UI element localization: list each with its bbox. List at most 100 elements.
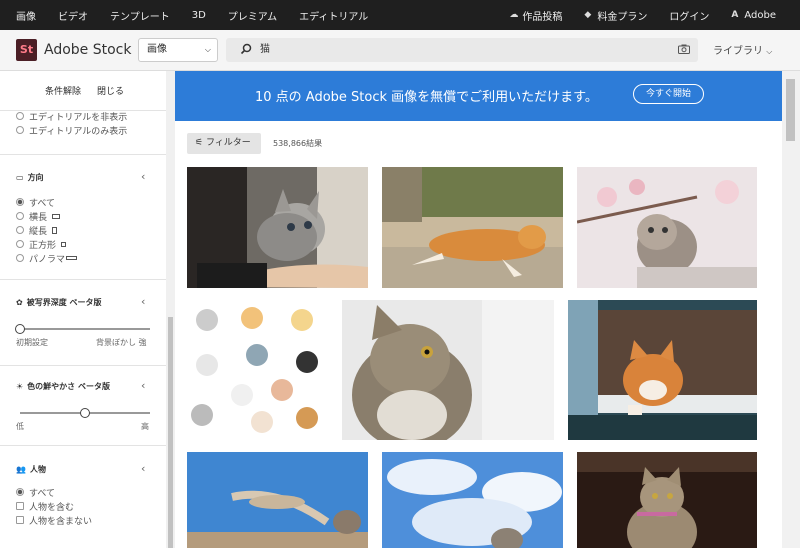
sidebar-scrollbar[interactable] <box>166 71 175 548</box>
adobe-logo-icon: A <box>731 9 739 20</box>
orientation-square[interactable]: 正方形 <box>0 237 166 251</box>
people-exclude[interactable]: 人物を含まない <box>0 513 166 527</box>
people-icon: 👥 <box>16 465 26 474</box>
radio-icon <box>16 112 24 120</box>
radio-icon <box>16 226 24 234</box>
image-result[interactable] <box>577 167 757 288</box>
nav-premium[interactable]: プレミアム <box>228 8 277 23</box>
kitten-sky-photo <box>382 452 563 548</box>
chevron-down-icon: ⌵ <box>204 45 211 54</box>
editorial-options: エディトリアルを非表示 エディトリアルのみ表示 <box>0 109 166 137</box>
sliders-icon: ⚟ <box>195 138 204 148</box>
checkbox-icon <box>16 502 24 510</box>
promo-text: 10 点の Adobe Stock 画像を無償でご利用いただけます。 <box>255 90 598 105</box>
chevron-down-icon: ⌵ <box>766 47 773 56</box>
adobe-link[interactable]: A Adobe <box>731 10 776 21</box>
image-result[interactable] <box>382 167 563 288</box>
aperture-icon: ✿ <box>16 298 23 307</box>
checkbox-icon <box>16 516 24 524</box>
radio-selected-icon <box>16 198 24 206</box>
upload-link[interactable]: ☁ 作品投稿 <box>509 8 562 23</box>
scrollbar-thumb[interactable] <box>168 317 173 548</box>
orientation-horizontal[interactable]: 横長 <box>0 209 166 223</box>
cat-lying-photo <box>382 167 563 288</box>
cat-illustrations-photo <box>187 300 328 440</box>
library-dropdown[interactable]: ライブラリ ⌵ <box>713 42 772 57</box>
nav-3d[interactable]: 3D <box>192 10 206 21</box>
orientation-section: ▭ 方向 ‹ すべて 横長 縦長 正方形 パノラマ <box>0 154 166 279</box>
editorial-only-option[interactable]: エディトリアルのみ表示 <box>0 123 166 137</box>
landscape-shape-icon <box>52 213 61 219</box>
slider-min-label: 低 <box>16 422 24 431</box>
vividness-header[interactable]: ☀ 色の鮮やかさ ベータ版 ‹ <box>16 379 145 392</box>
image-result[interactable] <box>187 167 368 288</box>
nav-video[interactable]: ビデオ <box>58 8 88 23</box>
image-result[interactable] <box>342 300 554 440</box>
depth-of-field-header[interactable]: ✿ 被写界深度 ベータ版 ‹ <box>16 295 145 308</box>
nav-images[interactable]: 画像 <box>16 8 36 23</box>
search-icon <box>240 43 252 55</box>
image-result[interactable] <box>382 452 563 548</box>
cloud-upload-icon: ☁ <box>509 9 519 20</box>
sun-icon: ☀ <box>16 382 24 391</box>
people-header[interactable]: 👥 人物 ‹ <box>16 462 145 475</box>
chevron-left-icon: ‹ <box>141 295 146 308</box>
kitten-cherry-blossom-photo <box>577 167 757 288</box>
orientation-vertical[interactable]: 縦長 <box>0 223 166 237</box>
orientation-icon: ▭ <box>16 173 24 182</box>
depth-of-field-section: ✿ 被写界深度 ベータ版 ‹ 初期設定 背景ぼかし 強 <box>0 279 166 365</box>
radio-icon <box>16 254 24 262</box>
people-section: 👥 人物 ‹ すべて 人物を含む 人物を含まない <box>0 445 166 548</box>
scrollbar-thumb[interactable] <box>786 79 795 141</box>
slider-knob[interactable] <box>80 408 90 418</box>
radio-selected-icon <box>16 488 24 496</box>
radio-icon <box>16 240 24 248</box>
tabby-sitting-photo <box>577 452 757 548</box>
orientation-all[interactable]: すべて <box>0 195 166 209</box>
clear-filters-button[interactable]: 条件解除 <box>45 84 81 97</box>
slider-max-label: 背景ぼかし 強 <box>96 338 147 347</box>
depth-of-field-slider[interactable] <box>15 324 150 334</box>
chevron-left-icon: ‹ <box>141 379 146 392</box>
chevron-left-icon: ‹ <box>141 462 146 475</box>
image-result[interactable] <box>577 452 757 548</box>
vividness-slider[interactable] <box>20 408 150 418</box>
slider-knob[interactable] <box>15 324 25 334</box>
nav-editorial[interactable]: エディトリアル <box>299 8 368 23</box>
radio-icon <box>16 212 24 220</box>
panorama-shape-icon <box>66 256 78 260</box>
brand-name[interactable]: Adobe Stock <box>44 42 131 58</box>
promo-banner: 10 点の Adobe Stock 画像を無償でご利用いただけます。 今すぐ開始 <box>175 71 782 121</box>
close-sidebar-button[interactable]: 閉じる <box>97 84 124 97</box>
adobe-stock-logo[interactable]: St <box>16 39 37 61</box>
radio-icon <box>16 126 24 134</box>
image-result[interactable] <box>187 300 328 440</box>
sidebar-actions: 条件解除 閉じる <box>0 71 174 111</box>
portrait-shape-icon <box>52 226 58 234</box>
tag-icon: ◆ <box>584 9 592 20</box>
cat-jumping-photo <box>187 452 368 548</box>
page-scrollbar[interactable] <box>782 71 800 548</box>
image-result[interactable] <box>568 300 757 440</box>
editorial-hide-option[interactable]: エディトリアルを非表示 <box>0 109 166 123</box>
pricing-link[interactable]: ◆ 料金プラン <box>584 8 647 23</box>
filter-button[interactable]: ⚟ フィルター <box>187 133 261 154</box>
vividness-section: ☀ 色の鮮やかさ ベータ版 ‹ 低 高 <box>0 365 166 445</box>
slider-max-label: 高 <box>141 422 149 431</box>
asset-type-select[interactable]: 画像 ⌵ <box>138 38 218 62</box>
camera-icon[interactable] <box>678 44 690 54</box>
search-query: 猫 <box>260 44 270 55</box>
search-input[interactable]: 猫 <box>226 38 698 62</box>
image-result[interactable] <box>187 452 368 548</box>
chevron-left-icon: ‹ <box>141 170 146 183</box>
nav-templates[interactable]: テンプレート <box>110 8 170 23</box>
people-all[interactable]: すべて <box>0 485 166 499</box>
cat-in-window-photo <box>568 300 757 440</box>
kitten-held-photo <box>187 167 368 288</box>
orientation-panorama[interactable]: パノラマ <box>0 251 166 265</box>
top-navigation: 画像 ビデオ テンプレート 3D プレミアム エディトリアル ☁ 作品投稿 ◆ 料金… <box>0 0 800 30</box>
orientation-header[interactable]: ▭ 方向 ‹ <box>16 170 145 183</box>
login-link[interactable]: ログイン <box>669 8 709 23</box>
people-include[interactable]: 人物を含む <box>0 499 166 513</box>
start-now-button[interactable]: 今すぐ開始 <box>633 84 704 104</box>
